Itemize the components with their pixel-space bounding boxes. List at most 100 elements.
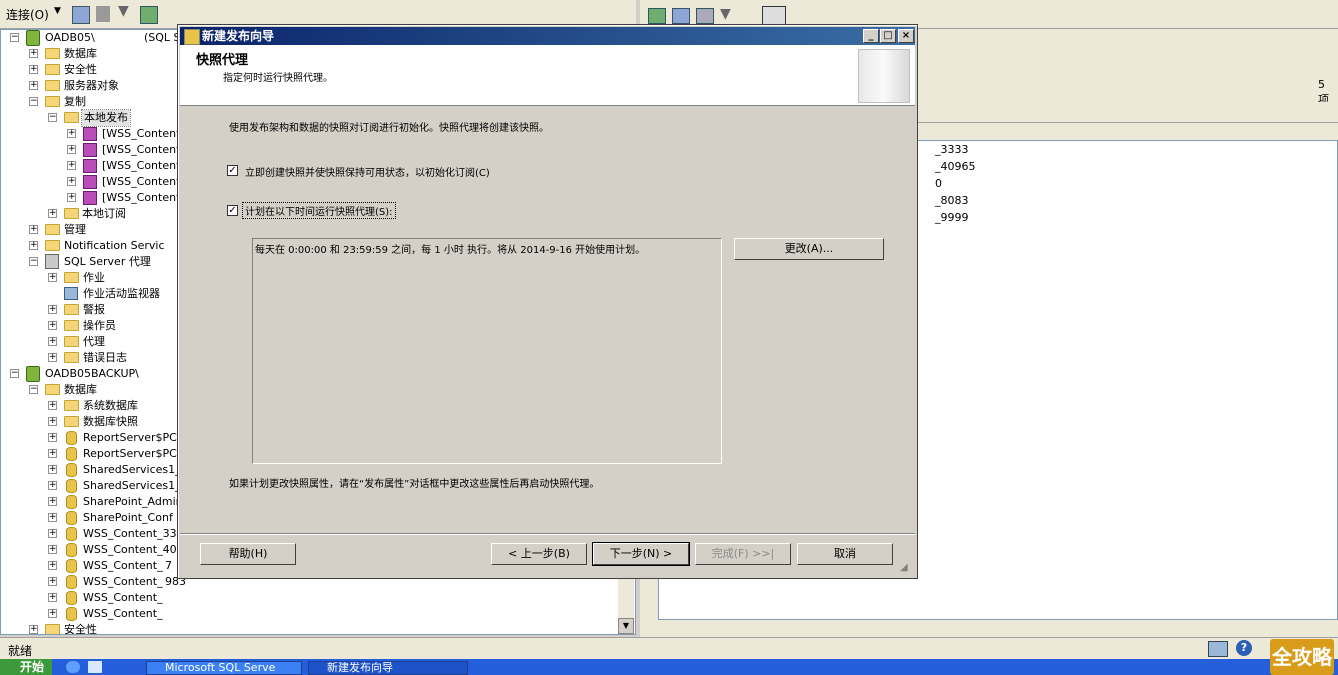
list-view-icon[interactable] [762,6,786,26]
expand-icon[interactable]: + [48,545,57,554]
tree-node-databases[interactable]: − 数据库 [1,382,201,398]
expand-icon[interactable]: + [29,65,38,74]
tree-node-database[interactable]: + SharedServices1_ [1,478,191,494]
stop-icon[interactable] [96,6,110,22]
tree-node-publication[interactable]: + [WSS_Content [1,174,181,190]
expand-icon[interactable]: + [48,417,57,426]
expand-icon[interactable]: + [67,177,76,186]
tree-node-databases[interactable]: + 数据库 [1,46,201,62]
collapse-icon[interactable]: − [10,33,19,42]
expand-icon[interactable]: + [48,593,57,602]
expand-icon[interactable]: + [48,209,57,218]
desktop-icon[interactable] [88,661,102,673]
expand-icon[interactable]: + [67,145,76,154]
close-icon[interactable]: × [898,29,914,43]
expand-icon[interactable]: + [48,449,57,458]
tree-node-security[interactable]: + 安全性 [1,62,201,78]
expand-icon[interactable]: + [48,577,57,586]
expand-icon[interactable]: + [29,81,38,90]
collapse-icon[interactable]: − [29,97,38,106]
tree-node-database[interactable]: + WSS_Content_ 983 [1,574,191,590]
tree-node-database[interactable]: + WSS_Content_4096 [1,542,191,558]
schedule-textbox[interactable]: 每天在 0:00:00 和 23:59:59 之间，每 1 小时 执行。将从 2… [252,238,722,464]
refresh-icon[interactable] [140,6,158,24]
tree-node-job-monitor[interactable]: 作业活动监视器 [1,286,201,302]
expand-icon[interactable]: + [67,161,76,170]
sync-icon[interactable] [672,8,690,24]
expand-icon[interactable]: + [48,321,57,330]
tree-node-server-2[interactable]: − OADB05BACKUP\ [1,366,201,382]
tree-node-management[interactable]: + 管理 [1,222,201,238]
tree-node-sql-agent[interactable]: − SQL Server 代理 [1,254,201,270]
disconnect-icon[interactable] [72,6,90,24]
maximize-icon[interactable]: □ [880,29,896,43]
task-ssms[interactable]: Microsoft SQL Serve [146,661,302,675]
tree-node-database[interactable]: + ReportServer$PC1 [1,446,191,462]
network-icon[interactable] [1208,641,1228,657]
tree-node-database[interactable]: + SharePoint_Conf [1,510,191,526]
tree-node-jobs[interactable]: + 作业 [1,270,201,286]
expand-icon[interactable]: + [48,529,57,538]
expand-icon[interactable]: + [48,353,57,362]
tree-node-local-subscriptions[interactable]: + 本地订阅 [1,206,201,222]
list-item[interactable]: _9999 [935,211,969,224]
filter-icon[interactable]: ▼ [720,6,731,22]
tree-node-database[interactable]: + SharedServices1_ [1,462,191,478]
tree-node-operators[interactable]: + 操作员 [1,318,201,334]
next-button[interactable]: 下一步(N) > [592,542,690,566]
tree-node-security[interactable]: + 安全性 [1,622,201,634]
tree-node-database[interactable]: + WSS_Content_3333 [1,526,191,542]
finish-button[interactable]: 完成(F) >>| [695,543,791,565]
tree-node-database[interactable]: + WSS_Content_ 7 [1,558,191,574]
cancel-button[interactable]: 取消 [797,543,893,565]
list-item[interactable]: _40965 [935,160,976,173]
up-folder-icon[interactable] [648,8,666,24]
help-icon[interactable]: ? [1236,640,1252,656]
expand-icon[interactable]: + [48,561,57,570]
list-item[interactable]: 0 [935,177,942,190]
expand-icon[interactable]: + [29,49,38,58]
expand-icon[interactable]: + [48,273,57,282]
tree-node-database[interactable]: + WSS_Content_ [1,590,191,606]
schedule-label[interactable]: 计划在以下时间运行快照代理(S): [242,202,396,219]
dialog-titlebar[interactable]: 新建发布向导 _ □ × [180,27,915,45]
tree-node-local-publications[interactable]: − 本地发布 [1,109,201,127]
tree-node-publication[interactable]: + [WSS_Content [1,126,181,142]
tree-node-replication[interactable]: − 复制 [1,94,201,110]
scroll-down-icon[interactable]: ▼ [618,618,634,634]
expand-icon[interactable]: + [48,433,57,442]
immediate-snapshot-label[interactable]: 立即创建快照并使快照保持可用状态，以初始化订阅(C) [245,164,490,179]
help-button[interactable]: 帮助(H) [200,543,296,565]
ie-icon[interactable] [66,661,80,673]
expand-icon[interactable]: + [67,193,76,202]
expand-icon[interactable]: + [29,625,38,634]
expand-icon[interactable]: + [48,465,57,474]
connect-button[interactable]: 连接(O) [6,6,49,22]
expand-icon[interactable]: + [48,513,57,522]
list-item[interactable]: _8083 [935,194,969,207]
tree-node-system-databases[interactable]: + 系统数据库 [1,398,201,414]
tree-node-database[interactable]: + SharePoint_Admin [1,494,191,510]
resize-grip-icon[interactable]: ◢ [900,562,908,573]
expand-icon[interactable]: + [48,497,57,506]
list-item[interactable]: _3333 [935,143,969,156]
start-button[interactable]: 开始 [0,659,52,675]
expand-icon[interactable]: + [29,241,38,250]
tree-node-notification[interactable]: + Notification Servic [1,238,181,254]
collapse-icon[interactable]: − [48,113,57,122]
expand-icon[interactable]: + [29,225,38,234]
expand-icon[interactable]: + [48,609,57,618]
collapse-icon[interactable]: − [29,257,38,266]
back-button[interactable]: < 上一步(B) [491,543,587,565]
schedule-checkbox[interactable]: ✓ [227,205,238,216]
tree-node-database[interactable]: + ReportServer$PC1 [1,430,191,446]
minimize-icon[interactable]: _ [863,29,879,43]
tree-node-db-snapshots[interactable]: + 数据库快照 [1,414,201,430]
immediate-snapshot-checkbox[interactable]: ✓ [227,165,238,176]
collapse-icon[interactable]: − [10,369,19,378]
expand-icon[interactable]: + [48,305,57,314]
change-schedule-button[interactable]: 更改(A)... [734,238,884,260]
tree-node-server-objects[interactable]: + 服务器对象 [1,78,201,94]
expand-icon[interactable]: + [48,481,57,490]
expand-icon[interactable]: + [67,129,76,138]
